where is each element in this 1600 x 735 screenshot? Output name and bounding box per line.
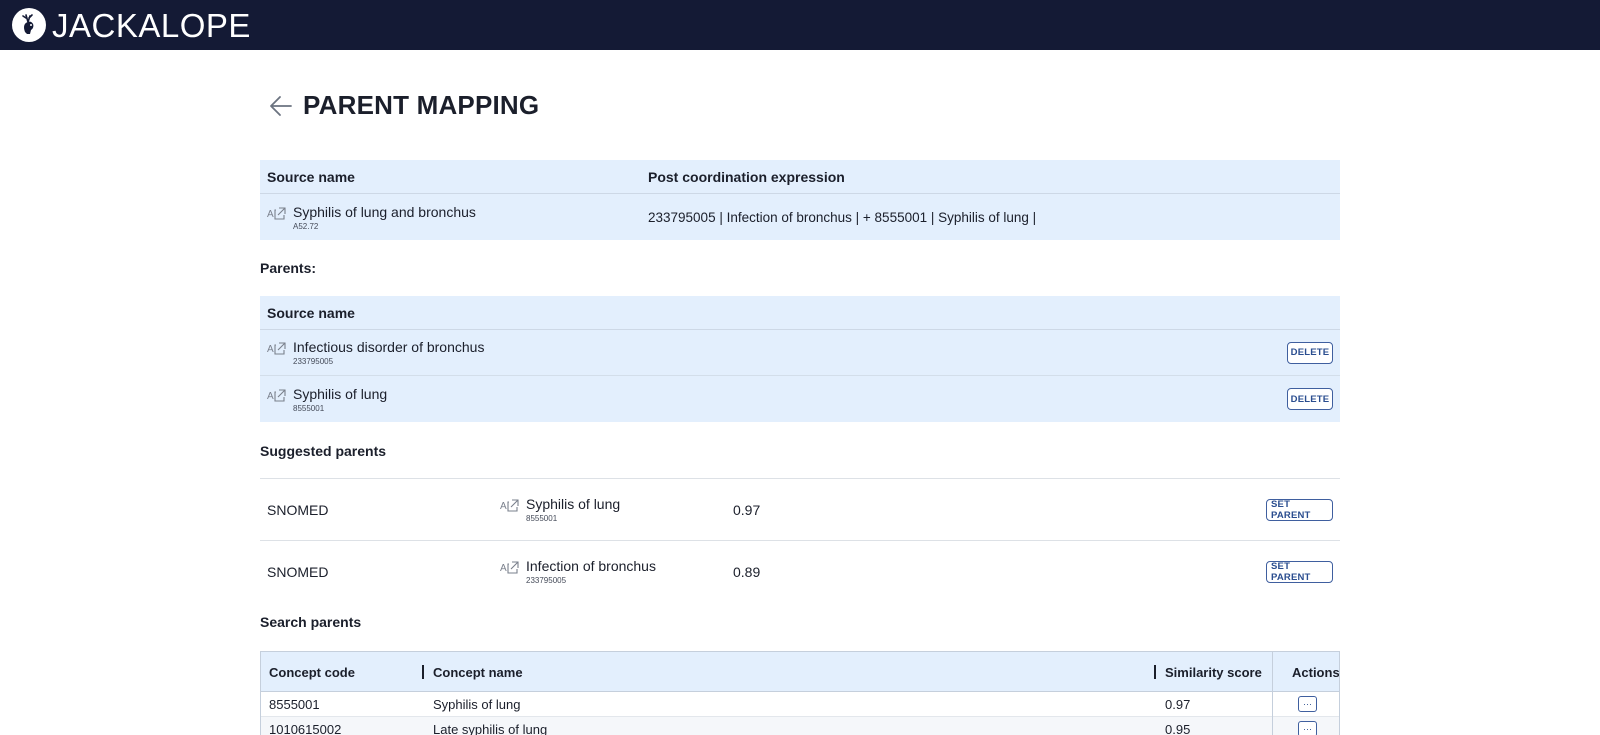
suggested-source: SNOMED (267, 563, 329, 580)
row-actions-button[interactable]: ··· (1298, 721, 1317, 735)
suggested-concept: A Syphilis of lung 8555001 (500, 496, 620, 523)
external-link-icon[interactable]: A (267, 341, 287, 355)
svg-text:A: A (500, 563, 507, 574)
set-parent-button[interactable]: SET PARENT (1266, 560, 1333, 583)
suggested-parents-label: Suggested parents (260, 443, 387, 459)
source-concept-code: A52.72 (293, 221, 319, 231)
suggested-concept-code: 8555001 (526, 514, 558, 523)
parent-concept-name[interactable]: Infectious disorder of bronchus (293, 339, 484, 356)
external-link-icon[interactable]: A (500, 560, 520, 574)
parent-row: A Syphilis of lung 8555001 DELETE (260, 376, 1340, 422)
parent-concept-code: 233795005 (293, 357, 334, 366)
table-row[interactable]: 8555001 Syphilis of lung 0.97 ··· (261, 692, 1339, 717)
parents-header: Source name (260, 296, 1340, 330)
post-coordination-header: Post coordination expression (648, 168, 845, 185)
row-actions-button[interactable]: ··· (1298, 696, 1317, 712)
top-bar: JACKALOPE (0, 0, 1600, 50)
column-resize-handle[interactable] (1154, 665, 1156, 679)
parent-concept: A Infectious disorder of bronchus 233795… (267, 339, 484, 366)
delete-button[interactable]: DELETE (1287, 388, 1333, 410)
cell-concept-code: 8555001 (269, 697, 320, 712)
cell-similarity-score: 0.95 (1165, 722, 1191, 735)
table-header: Concept code Concept name Similarity sco… (261, 652, 1339, 692)
source-concept-name[interactable]: Syphilis of lung and bronchus (293, 204, 476, 221)
parent-concept-code: 8555001 (293, 403, 325, 413)
cell-concept-name: Late syphilis of lung (433, 722, 548, 735)
column-divider (1272, 652, 1273, 735)
svg-text:A: A (267, 344, 274, 355)
column-header-concept-name[interactable]: Concept name (433, 652, 523, 692)
parent-concept-name[interactable]: Syphilis of lung (293, 386, 387, 403)
source-name-header: Source name (267, 168, 355, 185)
external-link-icon[interactable]: A (500, 498, 520, 512)
suggested-source: SNOMED (267, 501, 329, 518)
svg-text:A: A (267, 209, 274, 220)
set-parent-button[interactable]: SET PARENT (1266, 498, 1333, 521)
parent-concept: A Syphilis of lung 8555001 (267, 386, 387, 413)
suggested-row: SNOMED A Infection of bronchus 233795005… (260, 540, 1340, 602)
column-resize-handle[interactable] (422, 665, 424, 679)
jackalope-logo-icon[interactable] (12, 8, 46, 42)
search-results-table: Concept code Concept name Similarity sco… (260, 651, 1340, 735)
parent-row: A Infectious disorder of bronchus 233795… (260, 330, 1340, 376)
source-panel: Source name Post coordination expression… (260, 160, 1340, 240)
suggested-score: 0.89 (733, 563, 761, 580)
external-link-icon[interactable]: A (267, 206, 287, 220)
table-row[interactable]: 1010615002 Late syphilis of lung 0.95 ··… (261, 717, 1339, 735)
search-parents-label: Search parents (260, 614, 362, 630)
suggested-row: SNOMED A Syphilis of lung 8555001 0.97 S… (260, 478, 1340, 540)
app-name[interactable]: JACKALOPE (52, 9, 251, 42)
svg-text:A: A (267, 391, 274, 402)
parents-panel: Source name A Infectious disorder of bro… (260, 296, 1340, 422)
arrow-left-icon[interactable] (268, 93, 294, 119)
column-header-actions: Actions (1292, 664, 1340, 680)
suggested-parents-list: SNOMED A Syphilis of lung 8555001 0.97 S… (260, 478, 1340, 602)
suggested-score: 0.97 (733, 501, 761, 518)
cell-concept-code: 1010615002 (269, 722, 342, 735)
source-row: A Syphilis of lung and bronchus A52.72 2… (260, 194, 1340, 240)
cell-similarity-score: 0.97 (1165, 697, 1191, 712)
external-link-icon[interactable]: A (267, 388, 287, 402)
column-header-similarity-score[interactable]: Similarity score (1165, 652, 1262, 692)
post-coordination-expression: 233795005 | Infection of bronchus | + 85… (648, 209, 1037, 225)
source-concept: A Syphilis of lung and bronchus A52.72 (267, 204, 648, 231)
source-panel-header: Source name Post coordination expression (260, 160, 1340, 194)
cell-concept-name: Syphilis of lung (433, 697, 521, 712)
parents-label: Parents: (260, 260, 317, 276)
suggested-concept: A Infection of bronchus 233795005 (500, 558, 656, 585)
page-header: PARENT MAPPING (268, 90, 539, 121)
suggested-concept-name[interactable]: Syphilis of lung (526, 496, 620, 513)
svg-text:A: A (500, 501, 507, 512)
suggested-concept-code: 233795005 (526, 576, 567, 585)
column-header-concept-code[interactable]: Concept code (269, 652, 355, 692)
delete-button[interactable]: DELETE (1287, 341, 1333, 364)
page-title: PARENT MAPPING (303, 90, 540, 120)
suggested-concept-name[interactable]: Infection of bronchus (526, 558, 656, 575)
